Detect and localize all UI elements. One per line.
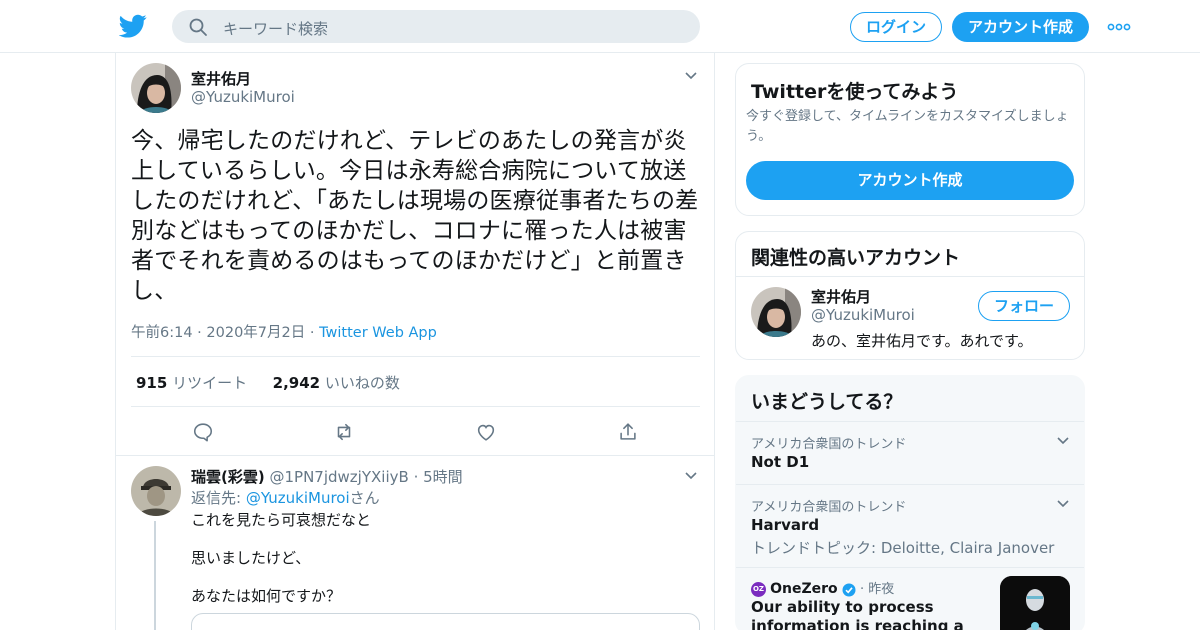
reply-icon[interactable] [192,421,214,443]
related-account-handle[interactable]: @YuzukiMuroi [811,306,915,324]
reply-avatar-image [131,466,181,516]
tweet-source-link[interactable]: Twitter Web App [319,325,437,341]
related-account-name[interactable]: 室井佑月 [811,286,871,307]
divider [131,406,700,407]
signup-card: Twitterを使ってみよう 今すぐ登録して、タイムラインをカスタマイズしましょ… [735,63,1085,216]
trends-card: いまどうしてる？ アメリカ合衆国のトレンド Not D1 アメリカ合衆国のトレン… [735,375,1085,630]
news-thumbnail-image[interactable] [1000,576,1070,630]
news-source-name[interactable]: OneZero [770,581,838,597]
related-account-avatar-image [751,287,801,337]
search-icon [189,18,207,36]
trend-name: Harvard [751,516,820,534]
main-column: 室井佑月 @YuzukiMuroi 今、帰宅したのだけれど、テレビのあたしの発言… [115,53,715,630]
search-placeholder: キーワード検索 [223,20,329,38]
trend-item[interactable]: アメリカ合衆国のトレンド Not D1 [736,421,1084,484]
like-heart-icon[interactable] [475,421,497,443]
author-name[interactable]: 室井佑月 [191,68,251,89]
trend-topics: トレンドトピック: Deloitte, Claira Janover [751,539,1055,557]
signup-card-button[interactable]: アカウント作成 [746,161,1074,200]
trend-name: Not D1 [751,453,810,471]
tweet-text: 今、帰宅したのだけれど、テレビのあたしの発言が炎上しているらしい。今日は永寿総合… [131,128,699,304]
author-avatar[interactable] [131,63,181,113]
reply-author-name[interactable]: 瑞雲(彩雲) [191,468,265,486]
related-accounts-card: 関連性の高いアカウント 室井佑月 @YuzukiMuroi あの、室井佑月です。… [735,231,1085,360]
news-source-badge-icon: OZ [751,582,766,597]
divider [131,356,700,357]
top-bar: キーワード検索 ログイン アカウント作成 [0,0,1200,53]
author-avatar-image [131,63,181,113]
related-account-bio: あの、室井佑月です。あれです。 [811,332,1033,350]
tweet-stats: 915 リツイート 2,942 いいねの数 [136,372,400,393]
tweet-date[interactable]: 2020年7月2日 [206,325,305,341]
reply-text-line: 思いましたけど、 [191,549,311,567]
related-accounts-title: 関連性の高いアカウント [751,247,961,269]
reply-author-handle[interactable]: @1PN7jdwzjYXiiyB [270,468,409,486]
signup-button[interactable]: アカウント作成 [952,12,1089,42]
reply-text-line: あなたは如何ですか？ [191,587,342,605]
twitter-logo-icon[interactable] [119,12,147,40]
thread-line [154,521,156,630]
reply-avatar[interactable] [131,466,181,516]
like-count-link[interactable]: 2,942 いいねの数 [273,374,400,392]
chevron-down-icon[interactable] [684,471,698,481]
divider [116,455,714,456]
replying-to-link[interactable]: @YuzukiMuroi [246,489,350,507]
replying-to: 返信先: @YuzukiMuroiさん [191,489,380,507]
quoted-tweet-card[interactable] [191,613,700,630]
chevron-down-icon[interactable] [1056,499,1070,509]
robot-figure-icon [1000,576,1070,630]
share-icon[interactable] [617,421,639,443]
signup-card-description: 今すぐ登録して、タイムラインをカスタマイズしましょう。 [746,109,1069,144]
divider [736,276,1084,277]
trend-item[interactable]: アメリカ合衆国のトレンド Harvard トレンドトピック: Deloitte,… [736,484,1084,567]
retweet-icon[interactable] [333,421,355,443]
chevron-down-icon[interactable] [684,71,698,81]
signup-card-title: Twitterを使ってみよう [751,81,959,103]
reply-text-line: これを見たら可哀想だなと [191,511,372,529]
chevron-down-icon[interactable] [1056,436,1070,446]
related-account-avatar[interactable] [751,287,801,337]
follow-button[interactable]: フォロー [978,291,1070,321]
trend-context: アメリカ合衆国のトレンド [751,500,907,515]
tweet-time[interactable]: 午前6:14 [131,325,193,341]
author-handle[interactable]: @YuzukiMuroi [191,88,295,106]
tweet-meta: 午前6:14 · 2020年7月2日 · Twitter Web App [131,325,437,341]
retweet-count-link[interactable]: 915 リツイート [136,374,247,392]
login-button[interactable]: ログイン [850,12,942,42]
reply-time[interactable]: 5時間 [423,468,463,486]
trends-title: いまどうしてる？ [751,391,903,413]
verified-badge-icon [842,583,856,596]
news-source: OZ OneZero · 昨夜 [751,581,895,597]
trend-context: アメリカ合衆国のトレンド [751,437,907,452]
more-icon[interactable] [1107,22,1131,32]
news-headline[interactable]: Our ability to process information is re… [751,598,991,630]
news-time: 昨夜 [868,582,895,597]
search-input[interactable]: キーワード検索 [172,10,700,43]
reply-header: 瑞雲(彩雲) @1PN7jdwzjYXiiyB · 5時間 [191,468,463,486]
